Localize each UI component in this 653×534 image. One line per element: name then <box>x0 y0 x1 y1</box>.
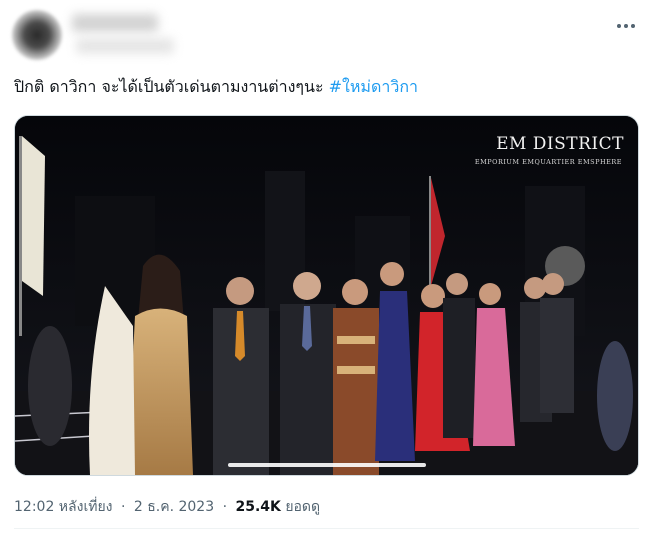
tweet-body: ปิกติ ดาวิกา จะได้เป็นตัวเด่นตามงานต่างๆ… <box>14 77 324 96</box>
video-progress-bar[interactable] <box>228 463 426 467</box>
watermark-subtitle: EMPORIUM EMQUARTIER EMSPHERE <box>474 158 622 166</box>
watermark-title: EM DISTRICT <box>496 134 624 154</box>
separator: · <box>222 499 228 515</box>
more-options-icon[interactable] <box>614 16 638 36</box>
author-name-blurred[interactable] <box>72 14 158 32</box>
separator: · <box>120 499 126 515</box>
divider <box>14 528 639 529</box>
views-label: ยอดดู <box>285 499 321 515</box>
avatar[interactable] <box>12 10 62 60</box>
hashtag-link[interactable]: #ใหม่ดาวิกา <box>329 77 418 96</box>
tweet-meta: 12:02 หลังเที่ยง · 2 ธ.ค. 2023 · 25.4K ย… <box>14 496 320 518</box>
video-player[interactable]: EM DISTRICT EMPORIUM EMQUARTIER EMSPHERE <box>14 115 639 476</box>
tweet-date[interactable]: 2 ธ.ค. 2023 <box>134 499 214 515</box>
tweet-text: ปิกติ ดาวิกา จะได้เป็นตัวเด่นตามงานต่างๆ… <box>14 76 418 98</box>
tweet-time[interactable]: 12:02 หลังเที่ยง <box>14 499 113 515</box>
author-handle-blurred[interactable] <box>76 38 174 54</box>
video-frame <box>15 116 638 475</box>
views-count: 25.4K <box>235 499 281 515</box>
